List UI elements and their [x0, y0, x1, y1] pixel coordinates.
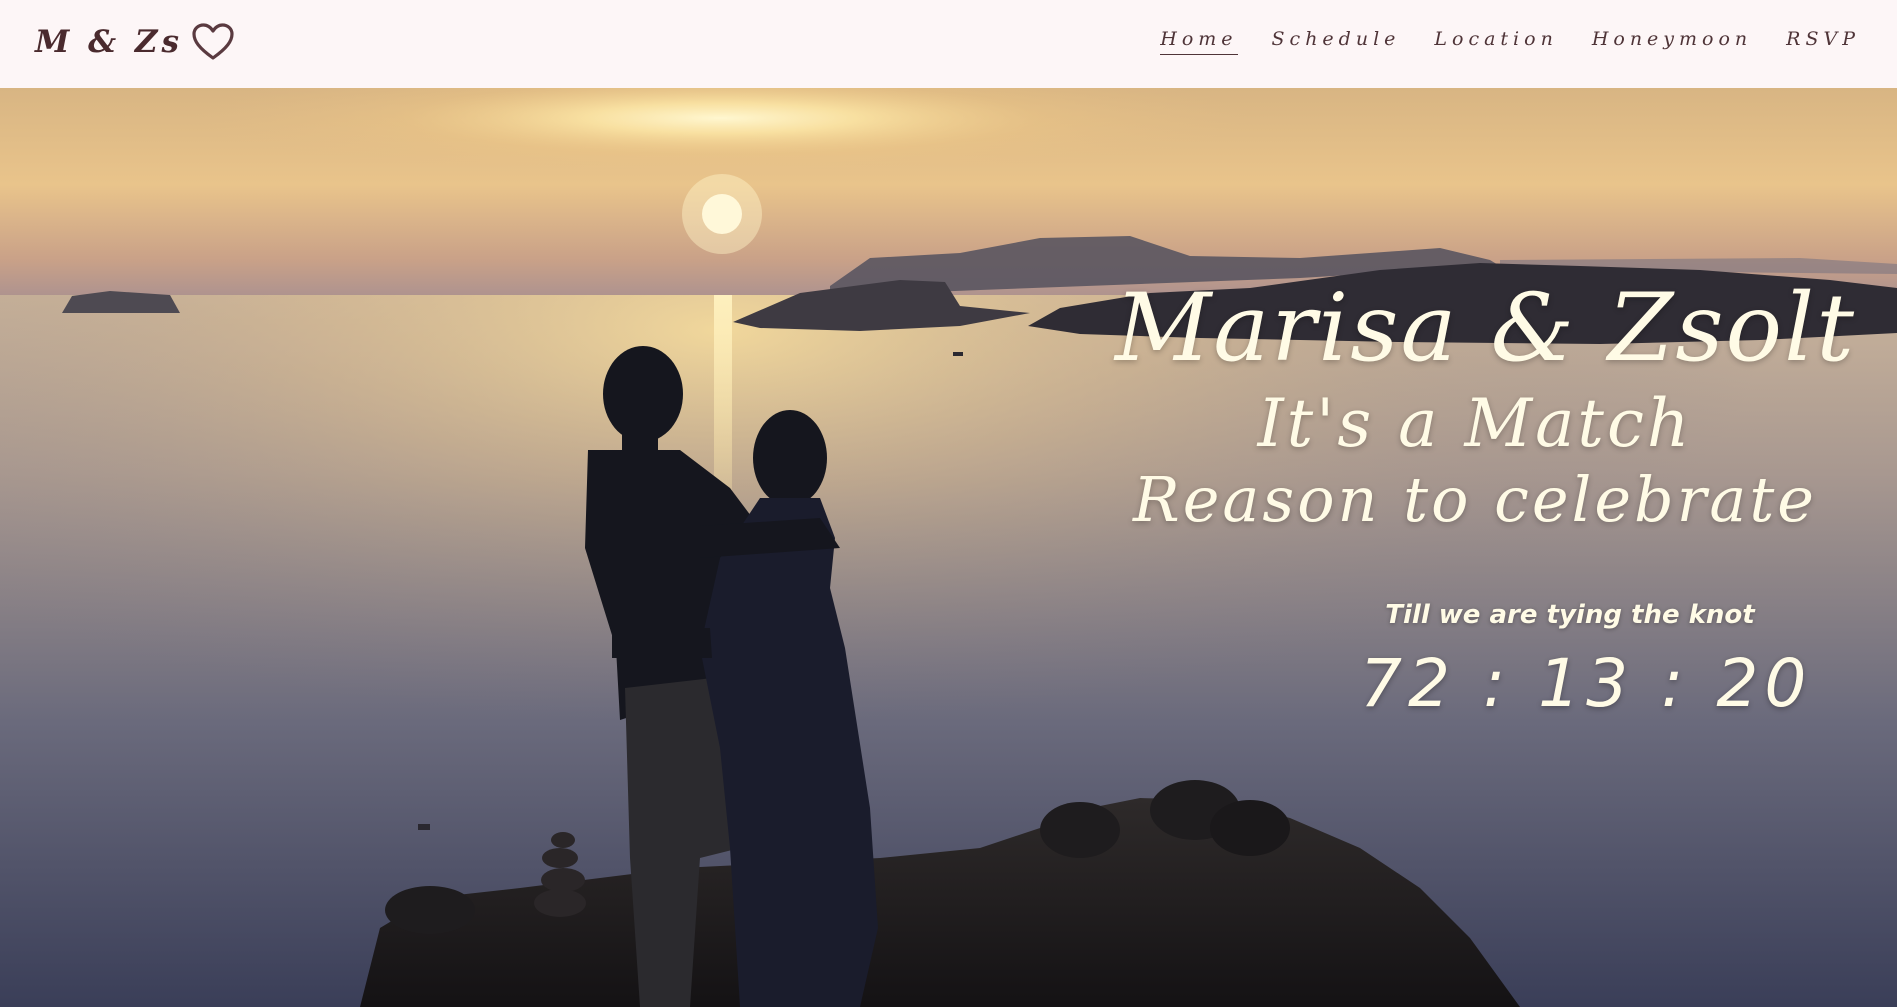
nav-item-schedule[interactable]: Schedule: [1272, 28, 1401, 55]
tagline-match: It's a Match: [1257, 385, 1693, 462]
heart-outline-icon: [192, 23, 234, 60]
brand-logo-link[interactable]: M & Zs: [35, 22, 235, 62]
hero-background-image: [0, 88, 1897, 1007]
page: M & Zs Home Schedule Location Honeymoon …: [0, 0, 1897, 1007]
brand-text: M & Zs: [35, 24, 183, 60]
countdown-timer: 72 : 13 : 20: [1360, 645, 1813, 722]
nav-item-home[interactable]: Home: [1160, 28, 1238, 55]
nav-item-location[interactable]: Location: [1434, 28, 1557, 55]
site-header: M & Zs Home Schedule Location Honeymoon …: [0, 0, 1897, 88]
couple-names-heading: Marisa & Zsolt: [1115, 274, 1856, 383]
nav-item-rsvp[interactable]: RSVP: [1786, 28, 1860, 55]
countdown-caption: Till we are tying the knot: [1385, 600, 1755, 630]
main-nav: Home Schedule Location Honeymoon RSVP: [1126, 28, 1860, 55]
nav-item-honeymoon[interactable]: Honeymoon: [1592, 28, 1752, 55]
tagline-celebrate: Reason to celebrate: [1133, 463, 1817, 536]
hero-section: Marisa & Zsolt It's a Match Reason to ce…: [0, 88, 1897, 1007]
